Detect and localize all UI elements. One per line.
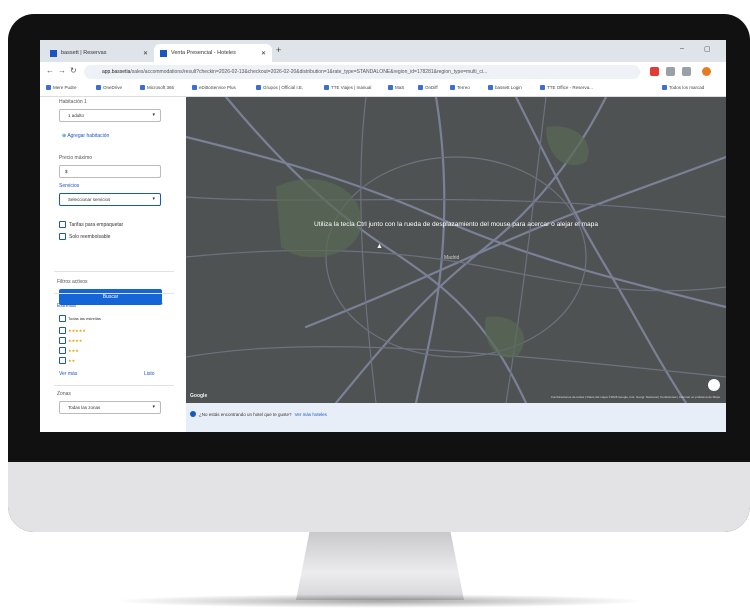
tab-reservas[interactable]: bassett | Reservas ✕ bbox=[44, 44, 154, 62]
monitor-chin bbox=[8, 462, 750, 532]
checkbox-icon[interactable] bbox=[59, 357, 66, 364]
zones-select-value: Todas las zonas bbox=[68, 405, 101, 410]
bookmark-item[interactable]: Terreo bbox=[450, 85, 470, 91]
reload-icon[interactable]: ↻ bbox=[70, 66, 77, 75]
address-bar-row: ← → ↻ app.bassetia/sales/accommodations/… bbox=[40, 62, 726, 82]
star-rating: ★★★★ bbox=[68, 338, 83, 343]
url-host: app.bassetia bbox=[102, 69, 131, 75]
help-question: ¿No estás encontrando un hotel que te gu… bbox=[199, 411, 292, 417]
bookmark-item[interactable]: OneDrive bbox=[96, 85, 122, 91]
services-label: Servicios bbox=[59, 183, 80, 189]
adults-select-value: 1 adulto bbox=[68, 113, 85, 118]
checkbox-label: Todas las estrellas bbox=[68, 316, 101, 321]
checkbox-icon[interactable] bbox=[59, 327, 66, 334]
checkbox-icon[interactable] bbox=[59, 315, 66, 322]
stars-4-checkbox[interactable]: ★★★★ bbox=[59, 337, 82, 344]
stars-all-checkbox[interactable]: Todas las estrellas bbox=[59, 315, 101, 322]
map-area[interactable]: Utiliza la tecla Ctrl junto con la rueda… bbox=[186, 97, 726, 403]
help-link[interactable]: Ver más hoteles bbox=[295, 412, 327, 417]
tab-venta-presencial[interactable]: Venta Presencial - Hoteles ✕ bbox=[154, 44, 272, 62]
see-more-link[interactable]: Ver más bbox=[59, 371, 77, 377]
package-rates-checkbox[interactable]: Tarifas para empaquetar bbox=[59, 221, 123, 228]
active-filters-label: Filtros activos bbox=[57, 279, 88, 285]
adults-select[interactable]: 1 adulto ▾ bbox=[59, 109, 161, 122]
download-icon[interactable] bbox=[682, 67, 691, 76]
max-price-value: $ bbox=[65, 169, 68, 174]
bookmark-item[interactable]: OnDiff bbox=[418, 85, 438, 91]
checkbox-icon[interactable] bbox=[59, 337, 66, 344]
fullscreen-icon[interactable] bbox=[708, 379, 720, 391]
google-logo: Google bbox=[190, 393, 208, 399]
stars-title: Estrellas bbox=[57, 303, 77, 309]
stars-5-checkbox[interactable]: ★★★★★ bbox=[59, 327, 86, 334]
stars-3-checkbox[interactable]: ★★★ bbox=[59, 347, 79, 354]
help-message: ¿No estás encontrando un hotel que te gu… bbox=[190, 411, 327, 417]
monitor-stand bbox=[296, 532, 464, 600]
divider bbox=[54, 293, 174, 294]
map-attribution[interactable]: Combinaciones de teclas | Datos del mapa… bbox=[551, 395, 720, 399]
close-icon[interactable]: ✕ bbox=[143, 50, 148, 57]
services-select[interactable]: Seleccionar servicios ▾ bbox=[59, 193, 161, 206]
mouse-cursor-icon: ▲ bbox=[376, 243, 383, 250]
room-label: Habitación 1 bbox=[59, 99, 87, 105]
extension-icon[interactable] bbox=[650, 67, 659, 76]
max-price-label: Precio máximo bbox=[59, 155, 93, 161]
minimize-icon[interactable]: – bbox=[680, 45, 684, 52]
checkbox-icon[interactable] bbox=[59, 221, 66, 228]
bookmarks-bar: Mere Pudre OneDrive Microsoft 365 eDitto… bbox=[40, 82, 726, 97]
divider bbox=[54, 385, 174, 386]
checkbox-label: Tarifas para empaquetar bbox=[69, 221, 124, 228]
url-field[interactable]: app.bassetia/sales/accommodations/result… bbox=[84, 65, 640, 79]
max-price-input[interactable]: $ bbox=[59, 165, 161, 178]
services-select-value: Seleccionar servicios bbox=[68, 197, 111, 202]
checkbox-icon[interactable] bbox=[59, 347, 66, 354]
map-roads bbox=[186, 97, 726, 403]
bookmark-item[interactable]: Todos los marcad bbox=[662, 85, 704, 91]
zones-select[interactable]: Todas las zonas ▾ bbox=[59, 401, 161, 414]
divider bbox=[54, 271, 174, 272]
tab-label: bassett | Reservas bbox=[61, 50, 107, 56]
city-label: Madrid bbox=[444, 255, 460, 261]
star-rating: ★★★ bbox=[68, 348, 79, 353]
bookmark-item[interactable]: bassett Login bbox=[488, 85, 522, 91]
bookmark-item[interactable]: eDittoService Plus bbox=[192, 85, 236, 91]
favicon-icon bbox=[160, 49, 167, 57]
bookmark-item[interactable]: MaS bbox=[388, 85, 404, 91]
star-rating: ★★★★★ bbox=[68, 328, 86, 333]
back-arrow-icon[interactable]: ← bbox=[46, 66, 54, 75]
refundable-checkbox[interactable]: Solo reembolsable bbox=[59, 233, 110, 240]
url-path: /sales/accommodations/result?checkin=202… bbox=[130, 69, 488, 75]
map-zoom-message: Utiliza la tecla Ctrl junto con la rueda… bbox=[313, 221, 599, 228]
bookmark-item[interactable]: Mere Pudre bbox=[46, 85, 77, 91]
checkbox-label: Solo reembolsable bbox=[69, 233, 111, 240]
bookmark-item[interactable]: TTE Office - Reserva... bbox=[540, 85, 593, 91]
bookmark-item[interactable]: Grupos | Official I.E. bbox=[256, 85, 303, 91]
checkbox-icon[interactable] bbox=[59, 233, 66, 240]
filters-sidebar: Habitación 1 1 adulto ▾ ⊕ Agregar habita… bbox=[40, 97, 186, 432]
avatar[interactable] bbox=[702, 67, 711, 76]
chevron-down-icon: ▾ bbox=[152, 404, 155, 410]
add-room-link[interactable]: ⊕ Agregar habitación bbox=[62, 133, 109, 139]
help-bar: ¿No estás encontrando un hotel que te gu… bbox=[186, 403, 726, 432]
info-icon bbox=[190, 411, 196, 417]
done-link[interactable]: Listo bbox=[144, 371, 155, 377]
screen: bassett | Reservas ✕ Venta Presencial - … bbox=[40, 40, 726, 432]
bookmark-item[interactable]: Microsoft 365 bbox=[140, 85, 174, 91]
chevron-up-icon[interactable]: ⌃ bbox=[160, 303, 164, 309]
chevron-down-icon: ▾ bbox=[152, 196, 155, 202]
favicon-icon bbox=[50, 49, 57, 57]
close-icon[interactable]: ✕ bbox=[261, 50, 266, 57]
tab-label: Venta Presencial - Hoteles bbox=[171, 50, 236, 56]
extension-icon[interactable] bbox=[666, 67, 675, 76]
tab-bar: bassett | Reservas ✕ Venta Presencial - … bbox=[40, 40, 726, 62]
maximize-icon[interactable]: ▢ bbox=[704, 45, 711, 53]
star-rating: ★★ bbox=[68, 358, 76, 363]
stand-shadow bbox=[110, 594, 650, 608]
stars-2-checkbox[interactable]: ★★ bbox=[59, 357, 75, 364]
forward-arrow-icon[interactable]: → bbox=[58, 66, 66, 75]
new-tab-icon[interactable]: + bbox=[276, 45, 281, 55]
chevron-down-icon: ▾ bbox=[152, 112, 155, 118]
bookmark-item[interactable]: TTE Viajes | manual bbox=[324, 85, 371, 91]
zones-label: Zonas bbox=[57, 391, 71, 397]
